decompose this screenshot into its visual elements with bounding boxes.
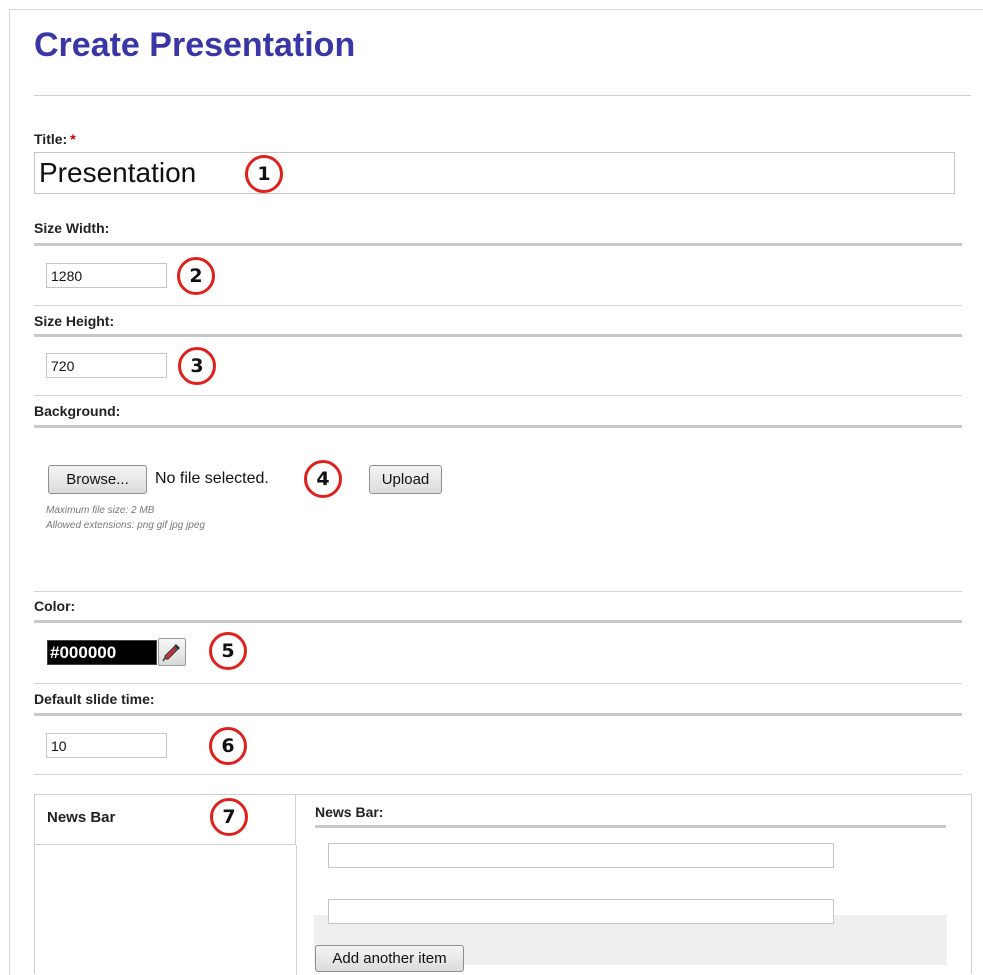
eyedropper-icon	[162, 644, 180, 662]
news-bar-item-input[interactable]	[328, 899, 834, 924]
title-label-text: Title:	[34, 131, 68, 147]
size-width-input[interactable]	[46, 263, 167, 288]
callout-marker-4: 4	[304, 460, 342, 498]
default-slide-time-label: Default slide time:	[34, 691, 155, 707]
color-picker-button[interactable]	[158, 638, 186, 666]
title-input[interactable]	[34, 152, 955, 194]
tab-news-bar-label: News Bar	[47, 809, 116, 826]
callout-marker-1: 1	[245, 155, 283, 193]
section-rule	[34, 620, 962, 623]
section-divider	[34, 305, 962, 306]
callout-marker-7: 7	[210, 798, 248, 836]
background-label: Background:	[34, 403, 121, 419]
news-bar-panel-label: News Bar:	[315, 804, 384, 820]
required-mark: *	[70, 131, 76, 147]
color-value-field[interactable]: #000000	[47, 640, 157, 665]
callout-marker-6: 6	[209, 727, 247, 765]
callout-marker-3: 3	[178, 347, 216, 385]
allowed-extensions-hint: Allowed extensions: png gif jpg jpeg	[46, 520, 205, 531]
file-status-text: No file selected.	[155, 470, 269, 487]
upload-button[interactable]: Upload	[369, 465, 442, 494]
section-rule	[34, 334, 962, 337]
color-label: Color:	[34, 598, 76, 614]
size-height-input[interactable]	[46, 353, 167, 378]
section-divider	[34, 683, 962, 684]
callout-marker-2: 2	[177, 257, 215, 295]
size-width-label: Size Width:	[34, 220, 110, 236]
section-rule	[34, 425, 962, 428]
title-divider	[34, 95, 971, 96]
max-file-size-hint: Maximum file size: 2 MB	[46, 505, 155, 516]
slide-time-input[interactable]	[46, 733, 167, 758]
section-divider	[34, 774, 962, 775]
callout-marker-5: 5	[209, 632, 247, 670]
section-rule	[34, 243, 962, 246]
section-divider	[34, 395, 962, 396]
tab-news-bar[interactable]: News Bar	[35, 795, 296, 845]
news-bar-item-input[interactable]	[328, 843, 834, 868]
browse-button[interactable]: Browse...	[48, 465, 147, 494]
vertical-tabs: News Bar 7 News Bar: Add another item	[34, 794, 972, 975]
add-another-item-button[interactable]: Add another item	[315, 945, 464, 972]
section-rule	[315, 825, 946, 828]
title-label: Title: *	[34, 131, 76, 147]
section-divider	[34, 591, 962, 592]
size-height-label: Size Height:	[34, 313, 115, 329]
section-rule	[34, 713, 962, 716]
page-title: Create Presentation	[34, 26, 356, 64]
tab-list-border	[296, 845, 297, 975]
